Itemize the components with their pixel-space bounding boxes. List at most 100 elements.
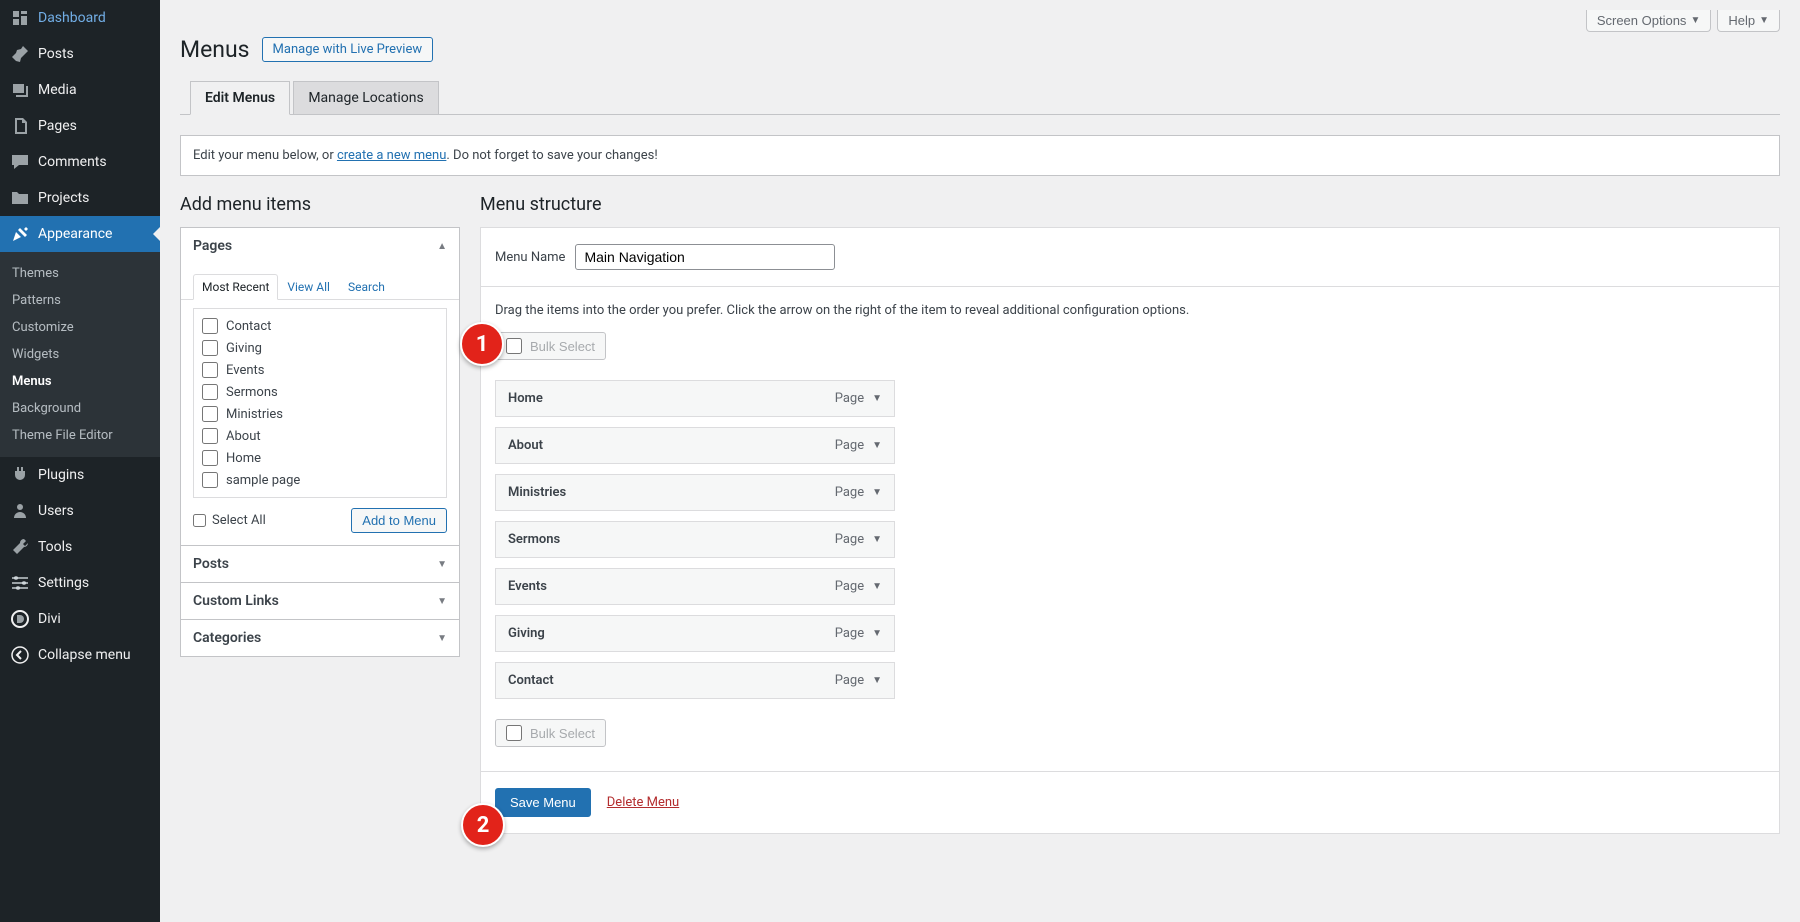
- collapse-icon: [10, 645, 30, 665]
- submenu-widgets[interactable]: Widgets: [0, 341, 160, 368]
- live-preview-button[interactable]: Manage with Live Preview: [262, 37, 434, 62]
- save-menu-button[interactable]: Save Menu: [495, 788, 591, 817]
- page-checkbox[interactable]: [202, 318, 218, 334]
- metabox-pages-header[interactable]: Pages ▲: [181, 228, 459, 264]
- menu-structure-title: Menu structure: [480, 194, 1780, 215]
- tab-edit-menus[interactable]: Edit Menus: [190, 81, 290, 115]
- submenu-menus[interactable]: Menus: [0, 368, 160, 395]
- metabox-container: Pages ▲ Most Recent View All Search Cont…: [180, 227, 460, 657]
- select-all-checkbox[interactable]: [193, 514, 206, 527]
- sidebar-label: Divi: [38, 611, 61, 627]
- page-option[interactable]: Ministries: [202, 403, 438, 425]
- menu-item[interactable]: ContactPage▼: [495, 662, 895, 699]
- chevron-down-icon[interactable]: ▼: [872, 675, 882, 686]
- menu-name-row: Menu Name: [481, 228, 1779, 287]
- sidebar-item-settings[interactable]: Settings: [0, 565, 160, 601]
- sidebar-item-collapse[interactable]: Collapse menu: [0, 637, 160, 673]
- page-checkbox[interactable]: [202, 450, 218, 466]
- sidebar-label: Comments: [38, 154, 107, 170]
- page-checkbox[interactable]: [202, 340, 218, 356]
- chevron-down-icon: ▼: [1759, 15, 1769, 26]
- create-menu-link[interactable]: create a new menu: [337, 148, 446, 163]
- tab-manage-locations[interactable]: Manage Locations: [293, 81, 438, 114]
- page-checkbox[interactable]: [202, 406, 218, 422]
- metabox-pages: Pages ▲ Most Recent View All Search Cont…: [181, 228, 459, 546]
- sidebar-item-divi[interactable]: Divi: [0, 601, 160, 637]
- sidebar-item-comments[interactable]: Comments: [0, 144, 160, 180]
- tab-most-recent[interactable]: Most Recent: [193, 274, 278, 300]
- delete-menu-link[interactable]: Delete Menu: [607, 795, 679, 810]
- submenu-patterns[interactable]: Patterns: [0, 287, 160, 314]
- bulk-select-checkbox[interactable]: [506, 338, 522, 354]
- page-option[interactable]: Giving: [202, 337, 438, 359]
- sidebar-item-posts[interactable]: Posts: [0, 36, 160, 72]
- page-option[interactable]: sample page: [202, 469, 438, 491]
- pages-icon: [10, 116, 30, 136]
- sidebar-item-appearance[interactable]: Appearance: [0, 216, 160, 252]
- page-checkbox[interactable]: [202, 362, 218, 378]
- notice-bar: Edit your menu below, or create a new me…: [180, 135, 1780, 176]
- chevron-down-icon[interactable]: ▼: [872, 393, 882, 404]
- tab-search[interactable]: Search: [339, 274, 394, 300]
- page-option[interactable]: About: [202, 425, 438, 447]
- bulk-select-top[interactable]: Bulk Select: [495, 332, 606, 360]
- metabox-custom-links: Custom Links ▼: [181, 583, 459, 620]
- sidebar-item-dashboard[interactable]: Dashboard: [0, 0, 160, 36]
- sidebar-item-users[interactable]: Users: [0, 493, 160, 529]
- chevron-down-icon[interactable]: ▼: [872, 628, 882, 639]
- sidebar-item-tools[interactable]: Tools: [0, 529, 160, 565]
- page-checkbox[interactable]: [202, 428, 218, 444]
- metabox-custom-links-header[interactable]: Custom Links ▼: [181, 583, 459, 619]
- add-menu-items-column: Add menu items Pages ▲ Most Recent View …: [180, 194, 460, 657]
- page-option[interactable]: Events: [202, 359, 438, 381]
- chevron-down-icon[interactable]: ▼: [872, 487, 882, 498]
- page-checkbox[interactable]: [202, 472, 218, 488]
- submenu-themes[interactable]: Themes: [0, 260, 160, 287]
- menu-name-input[interactable]: [575, 244, 835, 270]
- select-all-option[interactable]: Select All: [193, 513, 266, 528]
- menu-item[interactable]: EventsPage▼: [495, 568, 895, 605]
- admin-sidebar: Dashboard Posts Media Pages Comments Pro…: [0, 0, 160, 922]
- submenu-customize[interactable]: Customize: [0, 314, 160, 341]
- sidebar-item-media[interactable]: Media: [0, 72, 160, 108]
- bulk-select-bottom[interactable]: Bulk Select: [495, 719, 606, 747]
- tab-view-all[interactable]: View All: [278, 274, 339, 300]
- screen-options-button[interactable]: Screen Options ▼: [1586, 10, 1712, 32]
- sidebar-item-pages[interactable]: Pages: [0, 108, 160, 144]
- chevron-down-icon[interactable]: ▼: [872, 440, 882, 451]
- sidebar-item-projects[interactable]: Projects: [0, 180, 160, 216]
- nav-tabs: Edit Menus Manage Locations: [180, 81, 1780, 115]
- page-title: Menus: [180, 36, 250, 63]
- metabox-posts: Posts ▼: [181, 546, 459, 583]
- add-to-menu-button[interactable]: Add to Menu: [351, 508, 447, 533]
- bulk-select-checkbox[interactable]: [506, 725, 522, 741]
- metabox-pages-body: Most Recent View All Search Contact Givi…: [181, 264, 459, 545]
- chevron-down-icon: ▼: [1690, 15, 1700, 26]
- page-checkbox[interactable]: [202, 384, 218, 400]
- pin-icon: [10, 44, 30, 64]
- submenu-theme-editor[interactable]: Theme File Editor: [0, 422, 160, 449]
- page-option[interactable]: Home: [202, 447, 438, 469]
- settings-icon: [10, 573, 30, 593]
- chevron-down-icon[interactable]: ▼: [872, 581, 882, 592]
- chevron-down-icon[interactable]: ▼: [872, 534, 882, 545]
- comments-icon: [10, 152, 30, 172]
- menu-item[interactable]: SermonsPage▼: [495, 521, 895, 558]
- help-button[interactable]: Help ▼: [1717, 10, 1780, 32]
- page-option[interactable]: Contact: [202, 315, 438, 337]
- menu-item[interactable]: MinistriesPage▼: [495, 474, 895, 511]
- chevron-down-icon: ▼: [437, 633, 447, 644]
- sidebar-label: Posts: [38, 46, 74, 62]
- submenu-background[interactable]: Background: [0, 395, 160, 422]
- metabox-categories-header[interactable]: Categories ▼: [181, 620, 459, 656]
- notice-text-pre: Edit your menu below, or: [193, 148, 337, 163]
- page-option[interactable]: Sermons: [202, 381, 438, 403]
- sidebar-label: Media: [38, 82, 77, 98]
- sidebar-item-plugins[interactable]: Plugins: [0, 457, 160, 493]
- menu-item[interactable]: AboutPage▼: [495, 427, 895, 464]
- menu-item[interactable]: HomePage▼: [495, 380, 895, 417]
- menu-item[interactable]: GivingPage▼: [495, 615, 895, 652]
- projects-icon: [10, 188, 30, 208]
- screen-meta-links: Screen Options ▼ Help ▼: [180, 10, 1780, 32]
- metabox-posts-header[interactable]: Posts ▼: [181, 546, 459, 582]
